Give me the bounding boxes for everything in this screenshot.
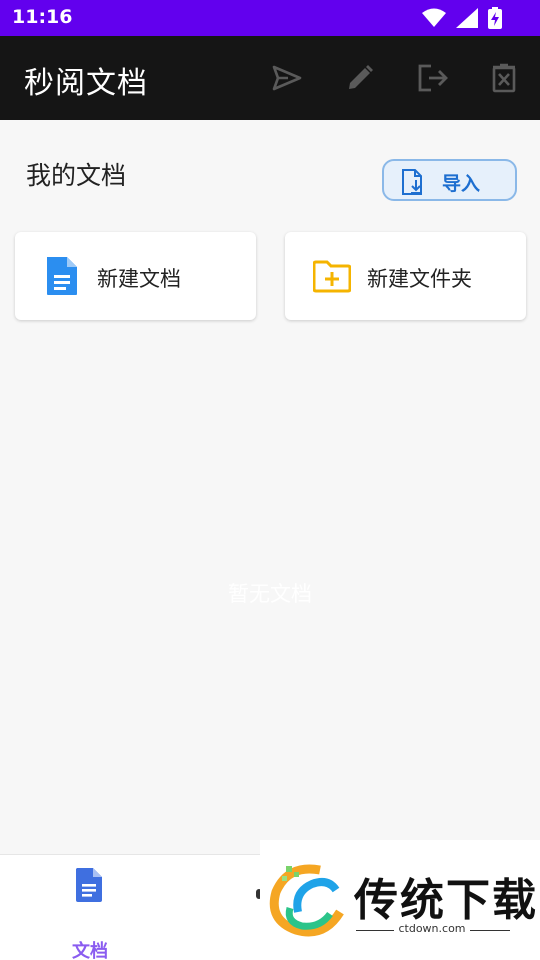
import-label: 导入 bbox=[442, 173, 481, 195]
watermark-title: 传统下载 bbox=[354, 875, 538, 926]
send-icon bbox=[272, 65, 302, 91]
status-bar: 11:16 bbox=[0, 0, 540, 36]
logout-button[interactable] bbox=[416, 61, 450, 95]
wifi-icon bbox=[422, 8, 446, 27]
app-bar: 秒阅文档 bbox=[0, 36, 540, 120]
watermark: 传统下载 ctdown.com bbox=[260, 840, 540, 960]
delete-icon bbox=[492, 63, 516, 93]
delete-button[interactable] bbox=[487, 61, 521, 95]
import-button[interactable]: 导入 bbox=[382, 159, 517, 201]
section-title: 我的文档 bbox=[26, 161, 127, 190]
status-time: 11:16 bbox=[12, 6, 73, 28]
new-document-label: 新建文档 bbox=[97, 267, 181, 291]
nav-item-documents[interactable]: 文档 bbox=[56, 865, 124, 960]
app-title: 秒阅文档 bbox=[24, 66, 148, 101]
new-folder-card[interactable]: 新建文件夹 bbox=[285, 232, 526, 320]
main-content: 我的文档 导入 新建文档 新建文件夹 暂无文档 bbox=[0, 120, 540, 854]
new-document-card[interactable]: 新建文档 bbox=[15, 232, 256, 320]
file-import-icon bbox=[402, 169, 422, 195]
status-icons bbox=[422, 7, 502, 29]
logout-icon bbox=[418, 64, 448, 92]
document-icon bbox=[76, 868, 102, 902]
send-button[interactable] bbox=[270, 61, 304, 95]
edit-icon bbox=[349, 65, 373, 89]
signal-icon bbox=[456, 8, 478, 28]
empty-state-text: 暂无文档 bbox=[228, 582, 312, 606]
watermark-logo-icon bbox=[269, 864, 344, 937]
new-folder-label: 新建文件夹 bbox=[367, 267, 472, 291]
watermark-site: ctdown.com bbox=[398, 922, 466, 935]
nav-label-documents: 文档 bbox=[72, 941, 108, 960]
watermark-divider bbox=[470, 930, 510, 931]
folder-add-icon bbox=[313, 260, 351, 293]
document-icon bbox=[47, 257, 77, 295]
battery-charging-icon bbox=[488, 7, 502, 29]
edit-button[interactable] bbox=[343, 61, 377, 95]
